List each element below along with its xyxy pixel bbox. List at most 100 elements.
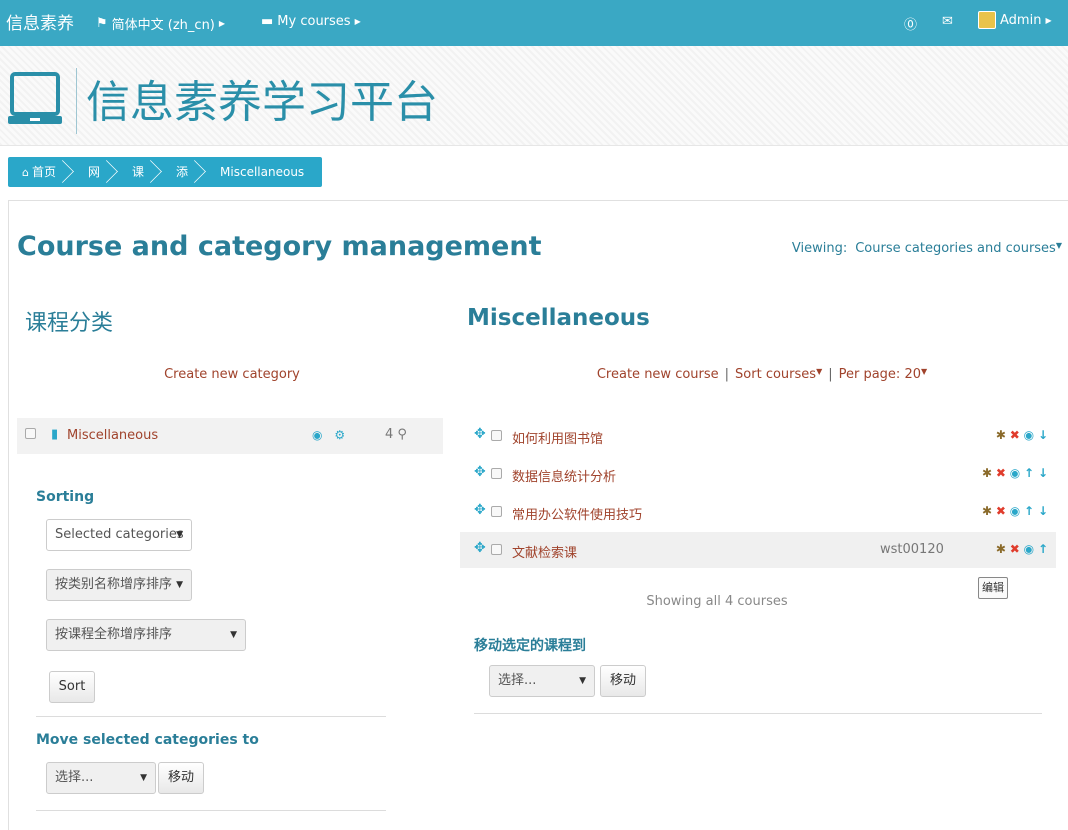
delete-icon[interactable]: ✖ <box>996 466 1006 480</box>
divider <box>474 713 1042 714</box>
page-title: Course and category management <box>17 231 542 262</box>
course-name[interactable]: 数据信息统计分析 <box>512 466 616 485</box>
move-icon[interactable]: ✥ <box>474 464 486 480</box>
eye-icon[interactable]: ◉ <box>1024 542 1034 556</box>
sort-scope-select[interactable]: Selected categories ▼ <box>46 519 192 551</box>
caret-right-icon: ▶ <box>354 17 361 26</box>
divider <box>36 716 386 717</box>
gear-icon[interactable]: ✱ <box>982 504 992 518</box>
category-name[interactable]: Miscellaneous <box>67 428 158 443</box>
home-icon: ⌂ <box>22 166 29 179</box>
sort-courses-menu[interactable]: Sort courses▼ <box>735 367 822 382</box>
sort-button[interactable]: Sort <box>49 671 95 703</box>
course-checkbox[interactable] <box>491 506 502 517</box>
move-category-select[interactable]: 选择... ▼ <box>46 762 156 794</box>
user-name: Admin <box>1000 12 1042 28</box>
caret-down-icon: ▼ <box>230 630 237 640</box>
view-mode-menu[interactable]: Viewing: Course categories and courses▼ <box>792 241 1062 256</box>
delete-icon[interactable]: ✖ <box>1010 428 1020 442</box>
user-menu[interactable]: Admin ▶ <box>978 11 1052 29</box>
caret-right-icon: ▶ <box>218 19 226 28</box>
courses-title: Miscellaneous <box>467 305 650 331</box>
breadcrumb-item[interactable]: 网 <box>74 157 118 187</box>
language-label: 简体中文 (zh_cn) <box>111 18 215 33</box>
per-page-menu[interactable]: Per page: 20▼ <box>839 367 928 382</box>
course-checkbox[interactable] <box>491 544 502 555</box>
site-title[interactable]: 信息素养学习平台 <box>86 66 438 130</box>
create-course-link[interactable]: Create new course <box>597 367 719 382</box>
language-menu[interactable]: ⚑ 简体中文 (zh_cn) ▶ <box>96 14 225 33</box>
move-categories-label: Move selected categories to <box>36 732 259 748</box>
eye-icon[interactable]: ◉ <box>1024 428 1034 442</box>
caret-down-icon: ▼ <box>579 676 586 686</box>
edit-idnumber-button[interactable]: 编辑 <box>978 577 1008 599</box>
eye-icon[interactable]: ◉ <box>312 428 322 442</box>
viewing-label: Viewing: <box>791 241 848 256</box>
my-courses-menu[interactable]: ▬ My courses ▶ <box>261 14 361 29</box>
gears-icon[interactable]: ⚙ <box>334 428 345 442</box>
course-name[interactable]: 常用办公软件使用技巧 <box>512 504 642 523</box>
course-checkbox[interactable] <box>491 468 502 479</box>
arrow-up-icon[interactable]: ↑ <box>1024 466 1034 480</box>
flag-icon: ⚑ <box>96 16 108 31</box>
header-divider <box>76 68 77 134</box>
caret-right-icon: ▶ <box>1045 15 1052 25</box>
move-courses-button[interactable]: 移动 <box>600 665 646 697</box>
create-category-link[interactable]: Create new category <box>17 367 447 382</box>
breadcrumb: ⌂ 首页 网 课 添 Miscellaneous <box>8 157 323 187</box>
brand-link[interactable]: 信息素养 <box>6 9 74 34</box>
notifications-icon[interactable]: ⓪ <box>904 14 917 33</box>
arrow-up-icon[interactable]: ↑ <box>1024 504 1034 518</box>
site-header: 信息素养学习平台 <box>0 46 1068 146</box>
caret-down-icon: ▼ <box>176 530 183 540</box>
delete-icon[interactable]: ✖ <box>1010 542 1020 556</box>
sort-course-select[interactable]: 按课程全称增序排序 ▼ <box>46 619 246 651</box>
eye-icon[interactable]: ◉ <box>1010 504 1020 518</box>
arrow-down-icon[interactable]: ↓ <box>1038 466 1048 480</box>
course-row[interactable]: ✥ 常用办公软件使用技巧 ✱ ✖ ◉ ↑ ↓ <box>460 494 1056 530</box>
divider <box>36 810 386 811</box>
eye-icon[interactable]: ◉ <box>1010 466 1020 480</box>
top-navbar: 信息素养 ⚑ 简体中文 (zh_cn) ▶ ▬ My courses ▶ ⓪ ✉… <box>0 0 1068 46</box>
arrow-down-icon[interactable]: ↓ <box>1038 428 1048 442</box>
course-row[interactable]: ✥ 数据信息统计分析 ✱ ✖ ◉ ↑ ↓ <box>460 456 1056 492</box>
courses-count-text: Showing all 4 courses <box>646 594 788 609</box>
course-actions: Create new course | Sort courses▼ | Per page… <box>596 367 928 382</box>
course-name[interactable]: 如何利用图书馆 <box>512 428 603 447</box>
sorting-label: Sorting <box>36 489 95 505</box>
breadcrumb-item[interactable]: 添 <box>162 157 206 187</box>
course-name[interactable]: 文献检索课 <box>512 542 577 561</box>
delete-icon[interactable]: ✖ <box>996 504 1006 518</box>
course-idnumber: wst00120 <box>880 542 944 557</box>
sort-category-select[interactable]: 按类别名称增序排序 ▼ <box>46 569 192 601</box>
caret-down-icon: ▼ <box>920 367 928 376</box>
arrow-up-icon[interactable]: ↑ <box>1038 542 1048 556</box>
categories-title: 课程分类 <box>25 311 114 336</box>
category-checkbox[interactable] <box>25 428 36 439</box>
breadcrumb-item[interactable]: 课 <box>118 157 162 187</box>
gear-icon[interactable]: ✱ <box>996 542 1006 556</box>
move-categories-button[interactable]: 移动 <box>158 762 204 794</box>
caret-down-icon: ▼ <box>1055 241 1062 250</box>
breadcrumb-home[interactable]: ⌂ 首页 <box>8 157 74 187</box>
caret-down-icon: ▼ <box>816 367 823 376</box>
gear-icon[interactable]: ✱ <box>982 466 992 480</box>
category-row[interactable]: ▮ Miscellaneous ◉ ⚙ 4 ⚲ <box>17 418 443 454</box>
move-icon[interactable]: ✥ <box>474 426 486 442</box>
viewing-value: Course categories and courses <box>855 241 1056 256</box>
arrow-down-icon[interactable]: ↓ <box>1038 504 1048 518</box>
move-icon[interactable]: ✥ <box>474 502 486 518</box>
move-courses-label: 移动选定的课程到 <box>474 638 586 654</box>
course-checkbox[interactable] <box>491 430 502 441</box>
my-courses-label: My courses <box>277 14 351 29</box>
move-course-select[interactable]: 选择... ▼ <box>489 665 595 697</box>
gear-icon[interactable]: ✱ <box>996 428 1006 442</box>
move-icon[interactable]: ✥ <box>474 540 486 556</box>
avatar <box>978 11 996 29</box>
course-row[interactable]: ✥ 如何利用图书馆 ✱ ✖ ◉ ↓ <box>460 418 1056 454</box>
folder-icon: ▮ <box>51 427 59 442</box>
messages-icon[interactable]: ✉ <box>942 14 953 29</box>
breadcrumb-current: Miscellaneous <box>220 165 305 179</box>
course-row-selected[interactable]: ✥ 文献检索课 wst00120 ✱ ✖ ◉ ↑ <box>460 532 1056 568</box>
laptop-icon <box>8 72 62 124</box>
